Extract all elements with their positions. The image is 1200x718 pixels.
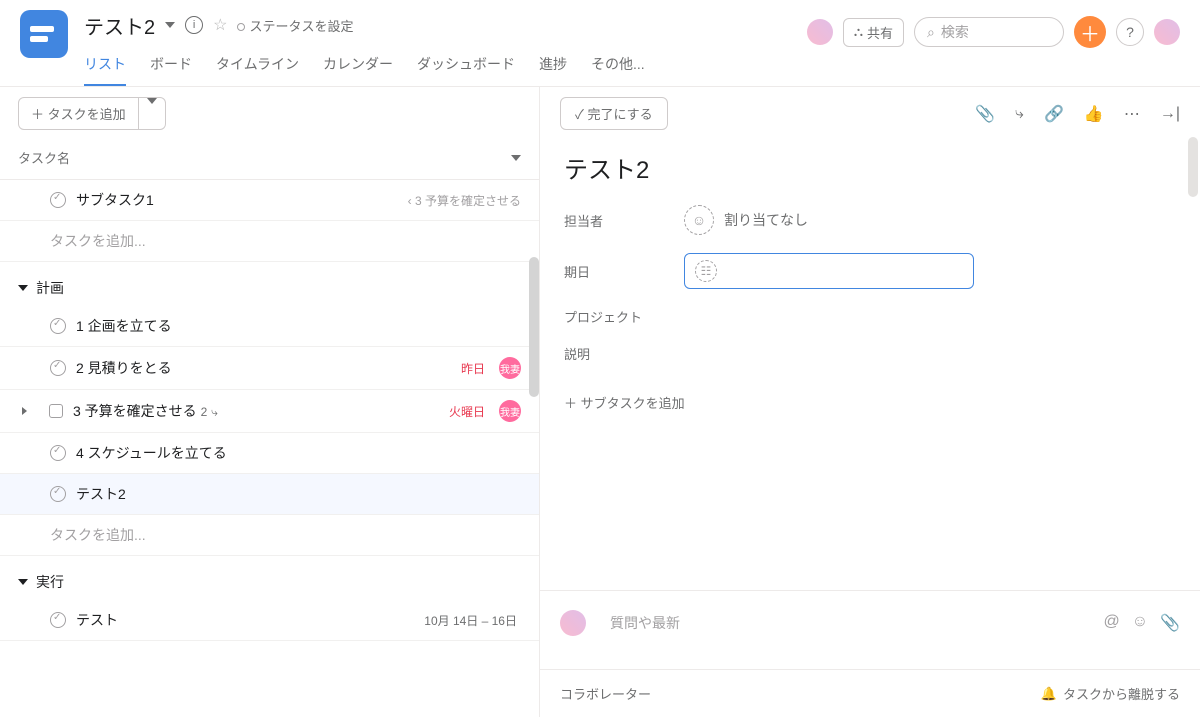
section-plan[interactable]: 計画 bbox=[0, 262, 539, 306]
triangle-down-icon bbox=[18, 579, 28, 585]
chevron-down-icon[interactable] bbox=[511, 155, 521, 161]
task-row-selected[interactable]: テスト2 bbox=[0, 474, 539, 515]
assignee-label: 担当者 bbox=[564, 211, 664, 230]
more-icon[interactable]: ⋯ bbox=[1124, 104, 1140, 124]
due-label: 期日 bbox=[564, 262, 664, 281]
header-main: テスト2 i ☆ ステータスを設定 リスト ボード タイムライン カレンダー ダ… bbox=[84, 10, 807, 86]
assignee-field[interactable]: ☺ 割り当てなし bbox=[684, 205, 808, 235]
mark-complete-button[interactable]: ✓ 完了にする bbox=[560, 97, 668, 130]
search-input[interactable]: ⌕検索 bbox=[914, 17, 1064, 47]
task-detail-pane: ✓ 完了にする 📎 ⤷ 🔗 👍 ⋯ →| テスト2 担当者 ☺ 割り当てなし bbox=[540, 87, 1200, 717]
link-icon[interactable]: 🔗 bbox=[1044, 104, 1064, 124]
parent-ref[interactable]: ‹ 3 予算を確定させる bbox=[408, 192, 521, 209]
search-icon: ⌕ bbox=[927, 24, 935, 41]
task-row[interactable]: テスト 10月 14日 – 16日 bbox=[0, 600, 539, 641]
tab-progress[interactable]: 進捗 bbox=[539, 48, 567, 86]
scrollbar[interactable] bbox=[529, 257, 539, 397]
task-row[interactable]: 1 企画を立てる bbox=[0, 306, 539, 347]
task-name: テスト bbox=[76, 610, 414, 630]
tab-bar: リスト ボード タイムライン カレンダー ダッシュボード 進捗 その他... bbox=[84, 48, 807, 86]
tab-list[interactable]: リスト bbox=[84, 48, 126, 86]
subtask-icon bbox=[49, 404, 63, 418]
add-task-button[interactable]: ＋ タスクを追加 bbox=[18, 97, 139, 130]
check-circle-icon[interactable] bbox=[50, 612, 66, 628]
due-date: 火曜日 bbox=[449, 403, 485, 420]
people-icon: ⛬ bbox=[854, 24, 863, 40]
project-label: プロジェクト bbox=[564, 307, 664, 326]
due-date-input[interactable]: ☷ bbox=[684, 253, 974, 289]
help-icon[interactable]: ? bbox=[1116, 18, 1144, 46]
due-date: 10月 14日 – 16日 bbox=[424, 612, 517, 629]
project-title[interactable]: テスト2 bbox=[84, 11, 155, 40]
tab-timeline[interactable]: タイムライン bbox=[216, 48, 299, 86]
add-task-placeholder[interactable]: タスクを追加... bbox=[0, 221, 539, 262]
tab-board[interactable]: ボード bbox=[150, 48, 192, 86]
emoji-icon[interactable]: ☺ bbox=[1132, 613, 1148, 633]
description-label: 説明 bbox=[564, 344, 664, 363]
attachment-icon[interactable]: 📎 bbox=[1160, 613, 1180, 633]
header: テスト2 i ☆ ステータスを設定 リスト ボード タイムライン カレンダー ダ… bbox=[0, 0, 1200, 87]
collapse-icon[interactable]: →| bbox=[1160, 105, 1180, 123]
task-name: 2 見積りをとる bbox=[76, 358, 451, 378]
bell-icon: 🔔 bbox=[1041, 686, 1057, 702]
check-circle-icon[interactable] bbox=[50, 445, 66, 461]
mention-icon[interactable]: @ bbox=[1103, 613, 1119, 633]
calendar-icon: ☷ bbox=[695, 260, 717, 282]
subtask-icon[interactable]: ⤷ bbox=[1015, 105, 1024, 123]
task-name: テスト2 bbox=[76, 484, 521, 504]
global-add-button[interactable]: ＋ bbox=[1074, 16, 1106, 48]
commenter-avatar bbox=[560, 610, 586, 636]
task-row[interactable]: 4 スケジュールを立てる bbox=[0, 433, 539, 474]
check-circle-icon[interactable] bbox=[50, 486, 66, 502]
due-date: 昨日 bbox=[461, 360, 485, 377]
task-row[interactable]: サブタスク1 ‹ 3 予算を確定させる bbox=[0, 180, 539, 221]
attachment-icon[interactable]: 📎 bbox=[975, 104, 995, 124]
assignee-badge[interactable]: 我妻 bbox=[499, 400, 521, 422]
project-icon[interactable] bbox=[20, 10, 68, 58]
star-icon[interactable]: ☆ bbox=[213, 15, 227, 35]
check-circle-icon[interactable] bbox=[50, 318, 66, 334]
comment-bar: 質問や最新 @ ☺ 📎 bbox=[540, 590, 1200, 655]
status-button[interactable]: ステータスを設定 bbox=[237, 16, 353, 35]
chevron-down-icon[interactable] bbox=[165, 22, 175, 28]
triangle-right-icon[interactable] bbox=[22, 407, 27, 415]
like-icon[interactable]: 👍 bbox=[1084, 104, 1104, 124]
tab-calendar[interactable]: カレンダー bbox=[323, 48, 393, 86]
leave-task-button[interactable]: 🔔タスクから離脱する bbox=[1041, 684, 1180, 703]
task-name: サブタスク1 bbox=[76, 190, 398, 210]
comment-input[interactable]: 質問や最新 bbox=[598, 601, 1091, 645]
task-row[interactable]: 3 予算を確定させる 2 ⤷ 火曜日 我妻 bbox=[0, 390, 539, 433]
task-name: 4 スケジュールを立てる bbox=[76, 443, 521, 463]
share-button[interactable]: ⛬共有 bbox=[843, 18, 904, 47]
task-list-pane: ＋ タスクを追加 タスク名 サブタスク1 ‹ 3 予算を確定させる タスクを追加… bbox=[0, 87, 540, 717]
task-name: 3 予算を確定させる 2 ⤷ bbox=[73, 401, 439, 421]
triangle-down-icon bbox=[18, 285, 28, 291]
check-circle-icon[interactable] bbox=[50, 360, 66, 376]
column-header-name[interactable]: タスク名 bbox=[18, 148, 70, 167]
task-row[interactable]: 2 見積りをとる 昨日 我妻 bbox=[0, 347, 539, 390]
tab-more[interactable]: その他... bbox=[591, 48, 645, 86]
task-title[interactable]: テスト2 bbox=[564, 150, 1176, 185]
scrollbar[interactable] bbox=[1188, 137, 1198, 197]
collaborators-label[interactable]: コラボレーター bbox=[560, 684, 651, 703]
add-subtask-button[interactable]: ＋ サブタスクを追加 bbox=[564, 393, 1176, 412]
assignee-badge[interactable]: 我妻 bbox=[499, 357, 521, 379]
detail-footer: コラボレーター 🔔タスクから離脱する bbox=[540, 669, 1200, 717]
header-right: ⛬共有 ⌕検索 ＋ ? bbox=[807, 10, 1180, 48]
person-icon: ☺ bbox=[684, 205, 714, 235]
task-name: 1 企画を立てる bbox=[76, 316, 521, 336]
member-avatar[interactable] bbox=[807, 19, 833, 45]
check-circle-icon[interactable] bbox=[50, 192, 66, 208]
info-icon[interactable]: i bbox=[185, 16, 203, 34]
user-avatar[interactable] bbox=[1154, 19, 1180, 45]
section-exec[interactable]: 実行 bbox=[0, 556, 539, 600]
add-task-dropdown[interactable] bbox=[139, 97, 166, 130]
tab-dashboard[interactable]: ダッシュボード bbox=[417, 48, 515, 86]
add-task-placeholder[interactable]: タスクを追加... bbox=[0, 515, 539, 556]
